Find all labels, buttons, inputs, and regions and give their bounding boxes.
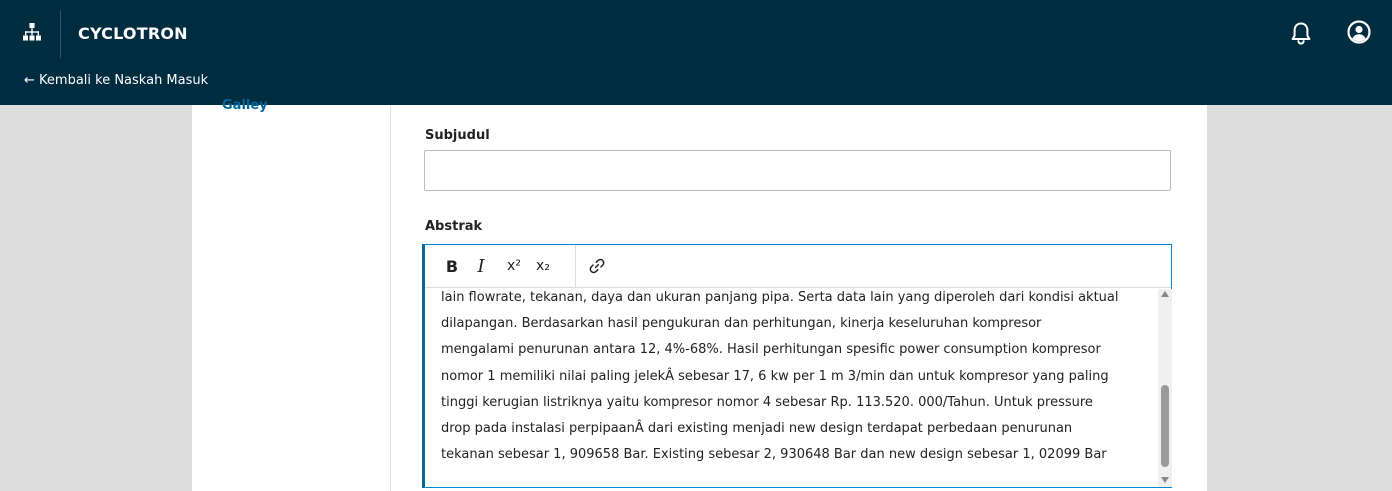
abstract-line: mengalami penurunan antara 12, 4%-68%. H… <box>441 342 1101 358</box>
user-circle-icon[interactable] <box>1347 20 1371 44</box>
editor-scrollbar[interactable] <box>1158 289 1172 487</box>
superscript-button[interactable]: x² <box>501 253 527 279</box>
top-header: CYCLOTRON ← Kembali ke Naskah Masuk <box>0 0 1392 105</box>
subscript-button[interactable]: x₂ <box>530 253 556 279</box>
bold-button[interactable]: B <box>439 253 465 279</box>
header-divider <box>60 10 61 58</box>
sidebar-item-galley[interactable]: Galley <box>222 98 268 113</box>
abstract-label: Abstrak <box>425 219 483 234</box>
scroll-thumb[interactable] <box>1161 385 1169 467</box>
scroll-up-arrow-icon[interactable] <box>1161 291 1169 297</box>
app-title[interactable]: CYCLOTRON <box>78 24 188 43</box>
subtitle-input[interactable] <box>424 150 1171 191</box>
bell-icon[interactable] <box>1290 21 1312 45</box>
sitemap-icon[interactable] <box>23 23 41 41</box>
abstract-line: lain flowrate, tekanan, daya dan ukuran … <box>441 290 1119 305</box>
abstract-line: drop pada instalasi perpipaanÂ dari exis… <box>441 421 1073 437</box>
italic-button[interactable]: I <box>468 253 494 279</box>
subtitle-label: Subjudul <box>425 128 490 143</box>
abstract-text-area[interactable]: lain flowrate, tekanan, daya dan ukuran … <box>441 285 1147 485</box>
abstract-line: tinggi kerugian listriknya yaitu kompres… <box>441 394 1093 410</box>
link-icon[interactable] <box>584 253 610 279</box>
abstract-line: nomor 1 memiliki nilai paling jelekÂ seb… <box>441 368 1109 384</box>
abstract-line: dilapangan. Berdasarkan hasil pengukuran… <box>441 316 1042 332</box>
toolbar-separator <box>575 245 576 288</box>
back-to-submissions-link[interactable]: ← Kembali ke Naskah Masuk <box>24 73 208 88</box>
abstract-editor[interactable]: B I x² x₂ lain flowrate, tekanan, daya d… <box>422 244 1172 488</box>
editor-toolbar: B I x² x₂ <box>425 245 1171 288</box>
sidebar-panel: Galley <box>192 98 390 491</box>
abstract-line: tekanan sebesar 1, 909658 Bar. Existing … <box>441 447 1107 463</box>
scroll-down-arrow-icon[interactable] <box>1161 477 1169 483</box>
